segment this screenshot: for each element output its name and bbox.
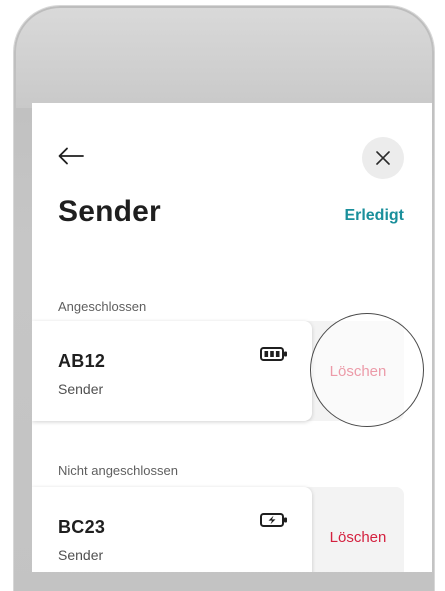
back-button[interactable] [54, 139, 88, 173]
sender-card[interactable]: AB12 Sender [32, 321, 312, 421]
done-button[interactable]: Erledigt [344, 207, 404, 225]
phone-frame-top [16, 8, 432, 108]
page-title: Sender [58, 195, 161, 228]
battery-full-icon [260, 347, 287, 361]
sender-subtitle: Sender [58, 381, 104, 397]
sender-row: Löschen AB12 Sender [32, 321, 404, 421]
sender-name: AB12 [58, 351, 106, 371]
stage: Sender Erledigt Angeschlossen Löschen AB… [0, 0, 445, 591]
sender-screen: Sender Erledigt Angeschlossen Löschen AB… [32, 103, 432, 572]
section-label-disconnected: Nicht angeschlossen [58, 463, 178, 478]
delete-button[interactable]: Löschen [312, 321, 404, 421]
sender-card[interactable]: BC23 Sender [32, 487, 312, 572]
section-label-connected: Angeschlossen [58, 299, 147, 314]
close-icon [376, 151, 390, 165]
sender-subtitle: Sender [58, 547, 104, 563]
close-button[interactable] [362, 137, 404, 179]
sender-name: BC23 [58, 517, 106, 537]
sender-row: Löschen BC23 Sender [32, 487, 404, 572]
battery-charging-icon [260, 513, 287, 527]
delete-button[interactable]: Löschen [312, 487, 404, 572]
arrow-left-icon [58, 147, 84, 165]
